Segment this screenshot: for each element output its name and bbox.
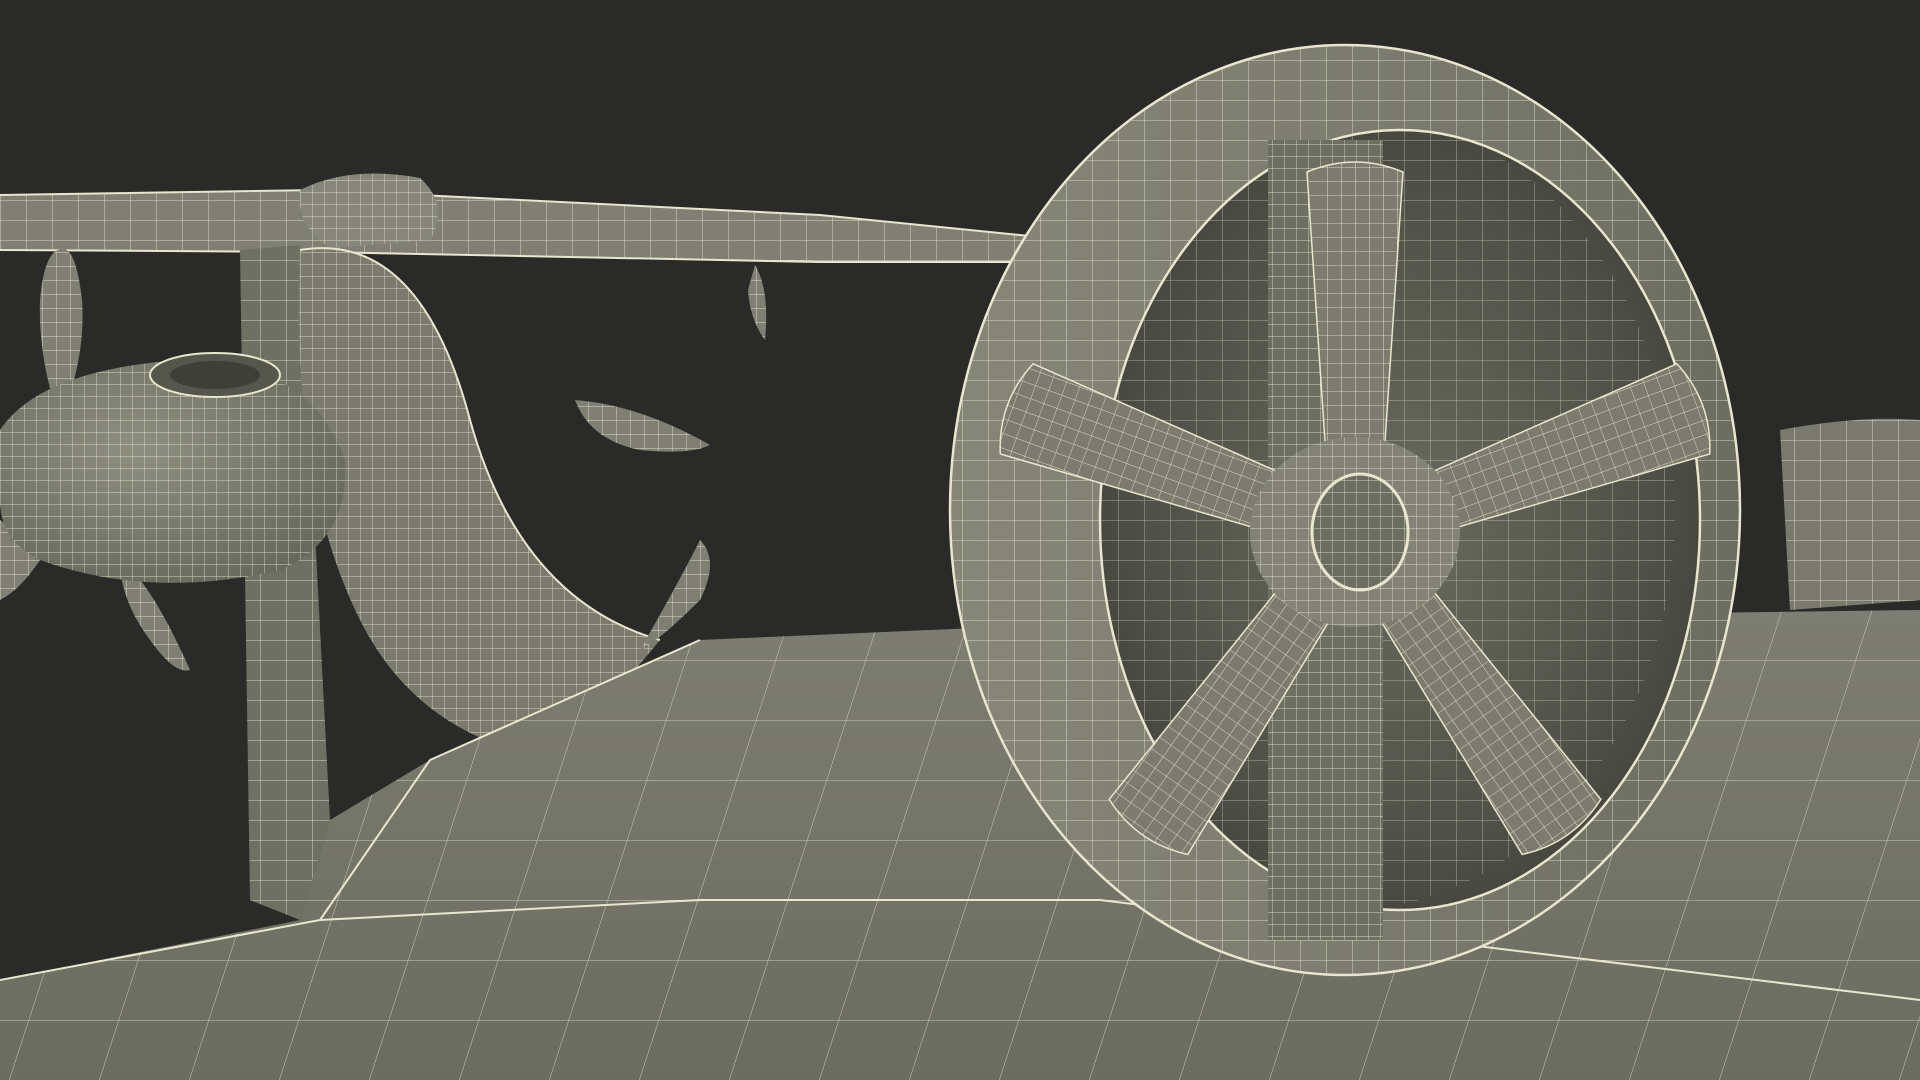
right-body (1780, 418, 1920, 610)
center-propeller (575, 265, 767, 650)
wireframe-render (0, 43, 1920, 1080)
upper-wing (0, 188, 1130, 263)
wing-joint (299, 173, 438, 248)
viewport (0, 0, 1920, 1080)
fan-hub (1250, 437, 1460, 627)
